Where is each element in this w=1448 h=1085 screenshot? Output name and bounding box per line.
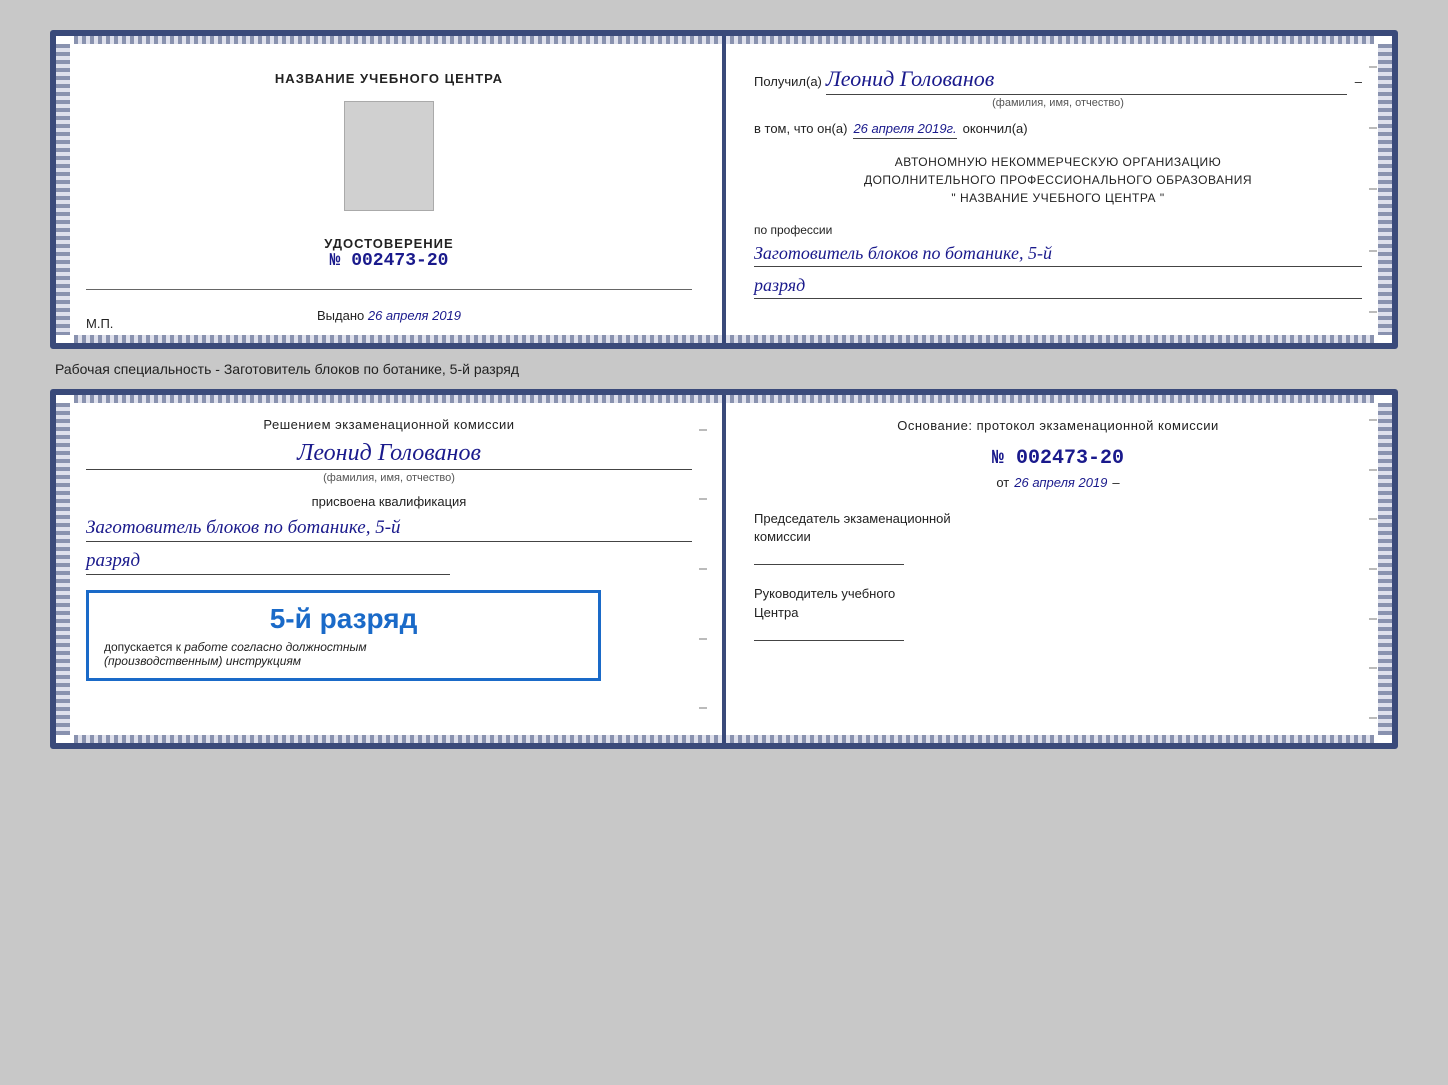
osnovanie-label: Основание: протокол экзаменационной коми… (754, 415, 1362, 437)
kvali-value: Заготовитель блоков по ботанике, 5-й (86, 517, 692, 542)
poluchil-label: Получил(а) (754, 74, 822, 89)
instruktsiya-text: (производственным) инструкциям (104, 654, 583, 668)
b-edge-dash-1 (699, 429, 707, 431)
recipient-name: Леонид Голованов (826, 66, 1347, 95)
udostoverenie-number: № 002473-20 (324, 251, 453, 271)
edge-dash-4 (1369, 250, 1377, 252)
page-container: НАЗВАНИЕ УЧЕБНОГО ЦЕНТРА УДОСТОВЕРЕНИЕ №… (20, 20, 1428, 759)
chairman-block: Председатель экзаменационной комиссии (754, 510, 1362, 565)
dopuskaetsya-prefix: допускается к (104, 640, 181, 654)
b-edge-dash-3 (699, 568, 707, 570)
ot-date: 26 апреля 2019 (1014, 475, 1107, 490)
udostoverenie-title: УДОСТОВЕРЕНИЕ (324, 236, 453, 251)
br-edge-dash-3 (1369, 518, 1377, 520)
fio-hint-top: (фамилия, имя, отчество) (754, 97, 1362, 109)
mp-label: М.П. (86, 316, 113, 331)
rukovo-signature-line (754, 640, 904, 641)
bottom-card-left: Решением экзаменационной комиссии Леонид… (56, 395, 724, 743)
vtom-line: в том, что он(а) 26 апреля 2019г. окончи… (754, 121, 1362, 139)
bottom-card-right: Основание: протокол экзаменационной коми… (724, 395, 1392, 743)
number-value: 002473-20 (351, 251, 448, 271)
protocol-number-value: 002473-20 (1016, 447, 1124, 470)
razryad-value-bottom: разряд (86, 550, 450, 575)
stamp-text: 5-й разряд (104, 603, 583, 635)
br-edge-dash-1 (1369, 419, 1377, 421)
professiya-value: Заготовитель блоков по ботанике, 5-й (754, 243, 1362, 267)
stamp-box: 5-й разряд допускается к работе согласно… (86, 590, 601, 681)
right-edge-marks (1368, 36, 1378, 343)
org-line3: " НАЗВАНИЕ УЧЕБНОГО ЦЕНТРА " (754, 189, 1362, 207)
protocol-number-prefix: № (992, 447, 1004, 470)
chairman-label: Председатель экзаменационной (754, 510, 1362, 528)
top-card-left: НАЗВАНИЕ УЧЕБНОГО ЦЕНТРА УДОСТОВЕРЕНИЕ №… (56, 36, 724, 343)
po-professii-label: по профессии (754, 223, 832, 237)
school-title-left: НАЗВАНИЕ УЧЕБНОГО ЦЕНТРА (275, 71, 503, 86)
edge-dash-5 (1369, 311, 1377, 313)
b-edge-dash-4 (699, 638, 707, 640)
razryad-value-top: разряд (754, 275, 1362, 299)
subtitle-between: Рабочая специальность - Заготовитель бло… (50, 361, 1398, 377)
org-line1: АВТОНОМНУЮ НЕКОММЕРЧЕСКУЮ ОРГАНИЗАЦИЮ (754, 153, 1362, 171)
chairman-label2: комиссии (754, 528, 1362, 546)
bottom-left-edge-marks (698, 395, 708, 743)
b-edge-dash-2 (699, 498, 707, 500)
chairman-signature-line (754, 564, 904, 565)
rukovo-block: Руководитель учебного Центра (754, 585, 1362, 640)
photo-placeholder (344, 101, 434, 211)
edge-dash-1 (1369, 66, 1377, 68)
prisvoena-label: присвоена квалификация (86, 494, 692, 509)
po-professii-block: по профессии Заготовитель блоков по бота… (754, 221, 1362, 299)
divider-left (86, 289, 692, 290)
okonchil-label: окончил(а) (963, 121, 1028, 136)
edge-dash-3 (1369, 188, 1377, 190)
br-edge-dash-2 (1369, 469, 1377, 471)
vtom-label: в том, что он(а) (754, 121, 847, 136)
protokol-number: № 002473-20 (754, 447, 1362, 470)
resheniem-label: Решением экзаменационной комиссии (86, 415, 692, 435)
dopuskaetsya-text: допускается к работе согласно должностны… (104, 640, 583, 668)
vydano-line: Выдано 26 апреля 2019 (317, 308, 461, 323)
tsentra-label: Центра (754, 604, 1362, 622)
edge-dash-2 (1369, 127, 1377, 129)
ot-prefix: от (996, 475, 1009, 490)
rukovo-label: Руководитель учебного (754, 585, 1362, 603)
ot-line: от 26 апреля 2019 – (754, 475, 1362, 490)
org-block: АВТОНОМНУЮ НЕКОММЕРЧЕСКУЮ ОРГАНИЗАЦИЮ ДО… (754, 153, 1362, 207)
br-edge-dash-7 (1369, 717, 1377, 719)
br-edge-dash-4 (1369, 568, 1377, 570)
vydano-date: 26 апреля 2019 (368, 308, 461, 323)
number-prefix: № (330, 251, 341, 271)
udostoverenie-block: УДОСТОВЕРЕНИЕ № 002473-20 (324, 236, 453, 271)
top-card-right: Получил(а) Леонид Голованов – (фамилия, … (724, 36, 1392, 343)
bottom-recipient-name: Леонид Голованов (86, 440, 692, 470)
org-line2: ДОПОЛНИТЕЛЬНОГО ПРОФЕССИОНАЛЬНОГО ОБРАЗО… (754, 171, 1362, 189)
poluchil-line: Получил(а) Леонид Голованов – (754, 66, 1362, 95)
br-edge-dash-5 (1369, 618, 1377, 620)
bottom-document-card: Решением экзаменационной комиссии Леонид… (50, 389, 1398, 749)
br-edge-dash-6 (1369, 667, 1377, 669)
b-edge-dash-5 (699, 707, 707, 709)
top-document-card: НАЗВАНИЕ УЧЕБНОГО ЦЕНТРА УДОСТОВЕРЕНИЕ №… (50, 30, 1398, 349)
fio-hint-bottom: (фамилия, имя, отчество) (86, 472, 692, 484)
vtom-date: 26 апреля 2019г. (853, 121, 956, 139)
dopuskaetsya-suffix: работе согласно должностным (184, 640, 366, 654)
bottom-right-edge-marks (1368, 395, 1378, 743)
vydano-label: Выдано (317, 308, 364, 323)
